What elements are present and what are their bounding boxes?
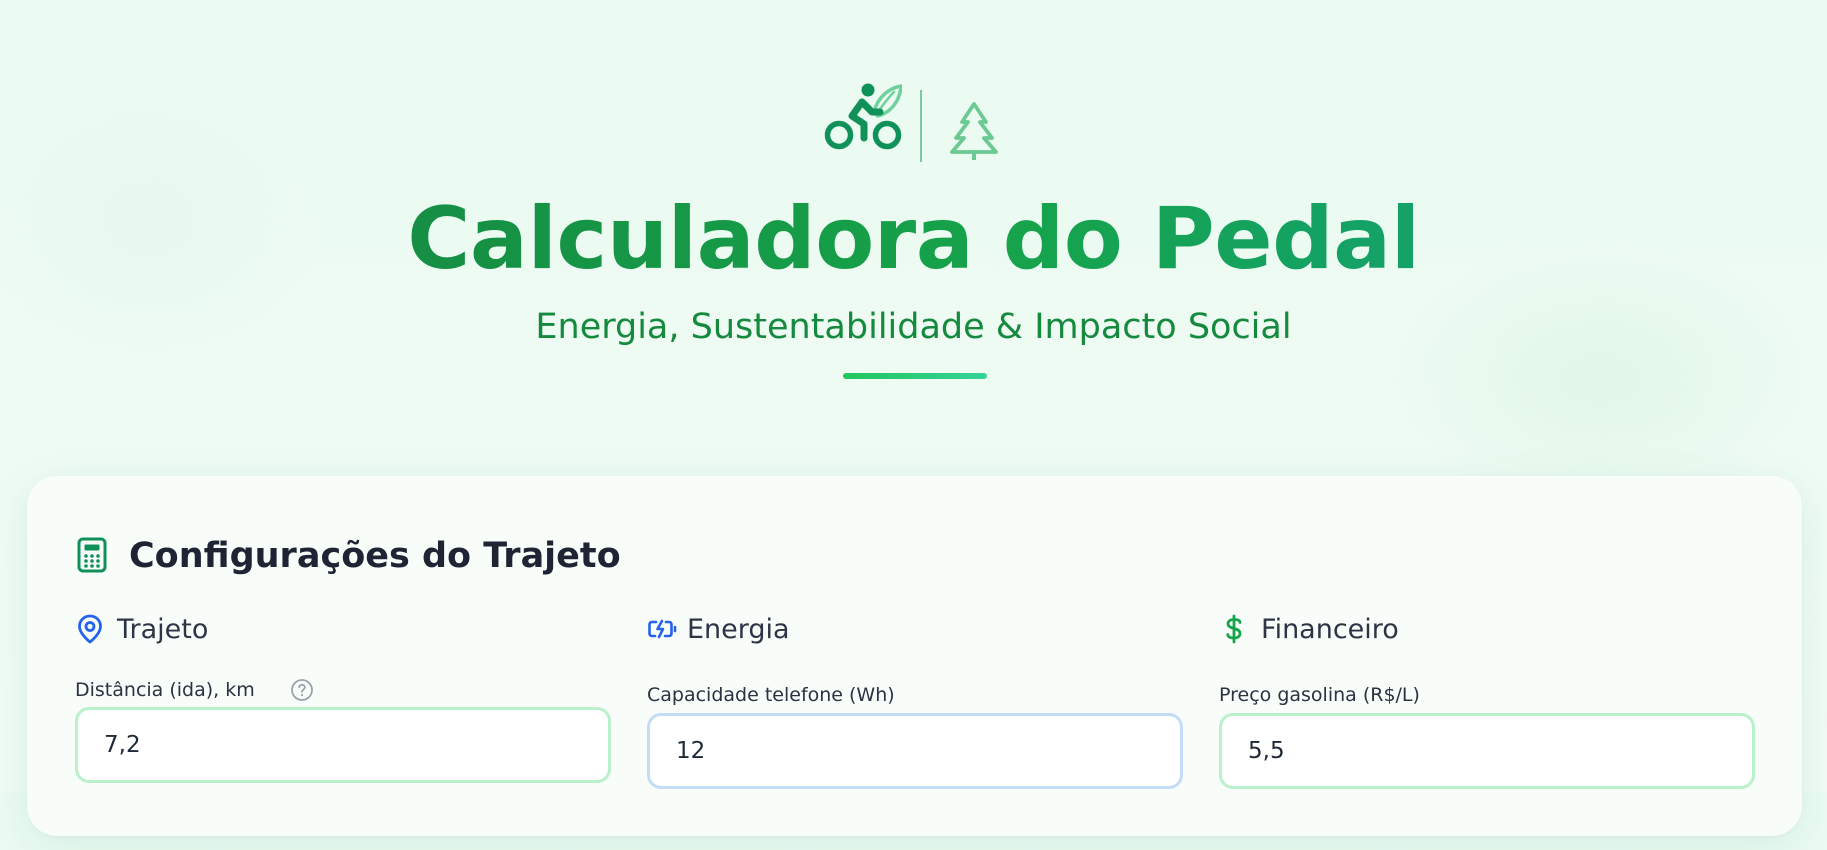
distance-input[interactable] [75,707,611,783]
phone-capacity-input[interactable] [647,713,1183,789]
bike-leaf-icon [824,83,902,150]
help-circle-icon[interactable] [290,678,314,702]
hero-icons [822,80,1002,165]
page-title: Calculadora do Pedal [0,185,1827,293]
gas-price-input[interactable] [1219,713,1755,789]
config-card: Configurações do Trajeto Trajeto Distânc… [27,476,1802,836]
battery-charging-icon [648,619,677,639]
phone-capacity-label: Capacidade telefone (Wh) [647,684,895,706]
section-financeiro-label: Financeiro [1261,614,1399,645]
section-energia-header: Energia [647,610,1183,650]
config-card-header: Configurações do Trajeto [77,532,777,582]
header-icon-divider [920,90,922,162]
page-subtitle: Energia, Sustentabilidade & Impacto Soci… [535,307,1292,347]
section-financeiro: Financeiro Preço gasolina (R$/L) [1219,610,1755,850]
dollar-sign-icon [1226,614,1242,644]
section-trajeto-header: Trajeto [75,610,611,650]
title-accent-bar [843,373,987,379]
calculator-icon [77,537,107,573]
section-energia: Energia Capacidade telefone (Wh) [647,610,1183,850]
config-card-title: Configurações do Trajeto [129,536,621,576]
map-pin-icon [78,614,102,644]
section-financeiro-header: Financeiro [1219,610,1755,650]
section-energia-label: Energia [687,614,790,645]
section-trajeto: Trajeto Distância (ida), km [75,610,611,850]
gas-price-label: Preço gasolina (R$/L) [1219,684,1420,706]
section-trajeto-label: Trajeto [117,614,209,645]
tree-icon [950,102,998,160]
distance-label: Distância (ida), km [75,679,255,701]
